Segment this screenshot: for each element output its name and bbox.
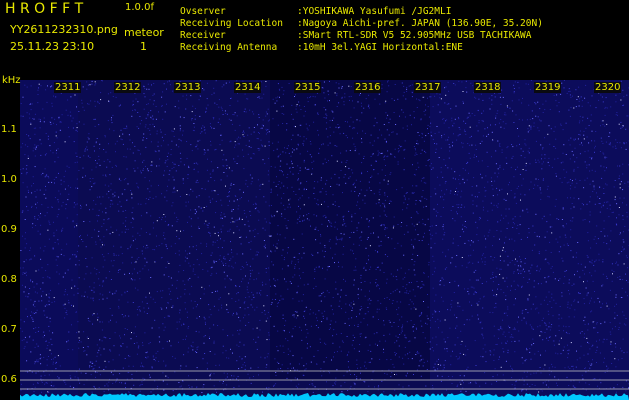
info-row-location: Receiving Location :Nagoya Aichi-pref. JA… — [180, 18, 543, 30]
y-tick-label: 0.7 — [1, 324, 17, 335]
info-label: Receiving Location — [180, 18, 283, 29]
x-tick-label: 2315 — [294, 82, 322, 93]
y-tick-label: 0.8 — [1, 274, 17, 285]
y-tick-label: 1.0 — [1, 174, 17, 185]
station-info: Ovserver :YOSHIKAWA Yasufumi /JG2MLI Rece… — [180, 6, 543, 54]
spectrogram — [20, 80, 629, 400]
y-tick-label: 1.1 — [1, 124, 17, 135]
x-tick-label: 2311 — [54, 82, 82, 93]
info-row-observer: Ovserver :YOSHIKAWA Yasufumi /JG2MLI — [180, 6, 543, 18]
x-tick-label: 2313 — [174, 82, 202, 93]
y-tick-label: 0.6 — [1, 374, 17, 385]
x-tick-label: 2318 — [474, 82, 502, 93]
capture-datetime: 25.11.23 23:10 — [10, 40, 95, 53]
info-label: Receiving Antenna — [180, 42, 278, 53]
x-tick-label: 2319 — [534, 82, 562, 93]
info-value: :Nagoya Aichi-pref. JAPAN (136.90E, 35.2… — [297, 18, 543, 29]
info-value: :YOSHIKAWA Yasufumi /JG2MLI — [297, 6, 452, 17]
info-value: :10mH 3el.YAGI Horizontal:ENE — [297, 42, 463, 53]
info-value: :SMart RTL-SDR V5 52.905MHz USB TACHIKAW… — [297, 30, 532, 41]
meteor-count: 1 — [140, 40, 147, 53]
app-logo: H R O F F T — [5, 1, 84, 17]
x-tick-label: 2320 — [594, 82, 622, 93]
app-version: 1.0.0f — [125, 2, 154, 13]
info-row-receiver: Receiver :SMart RTL-SDR V5 52.905MHz USB … — [180, 30, 543, 42]
x-tick-label: 2316 — [354, 82, 382, 93]
x-tick-label: 2314 — [234, 82, 262, 93]
meteor-label: meteor — [124, 26, 164, 39]
info-label: Receiver — [180, 30, 226, 41]
x-tick-label: 2317 — [414, 82, 442, 93]
spectrogram-canvas — [20, 80, 629, 400]
image-filename: YY2611232310.png — [10, 23, 118, 36]
info-label: Ovserver — [180, 6, 226, 17]
info-row-antenna: Receiving Antenna :10mH 3el.YAGI Horizont… — [180, 42, 543, 54]
y-tick-label: 0.9 — [1, 224, 17, 235]
y-axis-unit: kHz — [2, 75, 21, 86]
x-tick-label: 2312 — [114, 82, 142, 93]
